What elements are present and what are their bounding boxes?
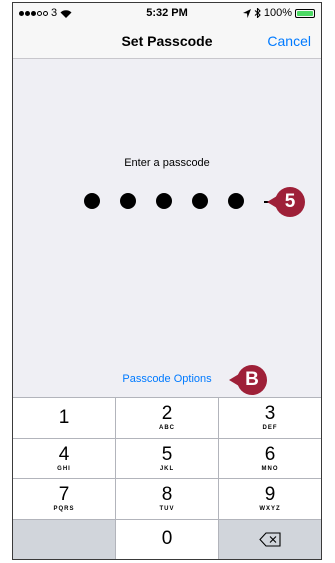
cancel-button[interactable]: Cancel — [267, 33, 311, 49]
key-9-letters: WXYZ — [259, 506, 281, 513]
numeric-keypad: 1 2 ABC 3 DEF 4 GHI 5 JKL 6 MNO 7 PQRS 8… — [13, 397, 321, 559]
bluetooth-icon — [254, 8, 261, 18]
callout-5-label: 5 — [284, 191, 296, 212]
key-5-number: 5 — [161, 443, 173, 465]
callout-5-arrow — [267, 196, 277, 208]
passcode-options-label[interactable]: Passcode Options — [122, 373, 211, 385]
backspace-icon — [259, 532, 281, 547]
key-9-number: 9 — [264, 484, 276, 506]
key-1-number: 1 — [58, 406, 70, 428]
delete-button[interactable] — [219, 519, 321, 559]
key-5-letters: JKL — [159, 465, 175, 472]
key-8[interactable]: 8 TUV — [116, 479, 218, 519]
key-7[interactable]: 7 PQRS — [13, 479, 115, 519]
key-8-letters: TUV — [159, 506, 175, 513]
key-9[interactable]: 9 WXYZ — [219, 479, 321, 519]
key-7-number: 7 — [58, 484, 70, 506]
key-1[interactable]: 1 — [13, 398, 115, 438]
passcode-dot — [84, 193, 100, 209]
key-4-letters: GHI — [57, 465, 71, 472]
phone-screen: 3 5:32 PM 100% Set Passcode Cancel Enter… — [12, 2, 322, 560]
callout-5: 5 — [275, 187, 305, 217]
navigation-bar: Set Passcode Cancel — [13, 23, 321, 59]
key-6[interactable]: 6 MNO — [219, 438, 321, 478]
status-right: 100% — [242, 7, 315, 19]
key-6-number: 6 — [264, 443, 276, 465]
key-2[interactable]: 2 ABC — [116, 398, 218, 438]
key-0[interactable]: 0 — [116, 519, 218, 559]
key-empty — [13, 519, 115, 559]
key-6-letters: MNO — [261, 465, 279, 472]
passcode-options-link[interactable]: Passcode Options — [13, 373, 321, 385]
passcode-dot — [120, 193, 136, 209]
status-bar: 3 5:32 PM 100% — [13, 3, 321, 23]
key-4-number: 4 — [58, 443, 70, 465]
key-5[interactable]: 5 JKL — [116, 438, 218, 478]
callout-b: B — [237, 365, 267, 395]
callout-b-arrow — [229, 374, 239, 386]
location-icon — [242, 8, 251, 18]
key-3[interactable]: 3 DEF — [219, 398, 321, 438]
key-0-number: 0 — [161, 528, 173, 550]
passcode-dot — [228, 193, 244, 209]
key-3-letters: DEF — [262, 425, 278, 432]
battery-percent: 100% — [263, 7, 292, 19]
passcode-prompt: Enter a passcode — [124, 157, 210, 169]
key-2-number: 2 — [161, 403, 173, 425]
key-7-letters: PQRS — [53, 506, 75, 513]
callout-b-label: B — [245, 369, 259, 390]
battery-icon — [295, 8, 315, 18]
key-2-letters: ABC — [159, 425, 175, 432]
passcode-dot — [156, 193, 172, 209]
key-4[interactable]: 4 GHI — [13, 438, 115, 478]
key-8-number: 8 — [161, 484, 173, 506]
key-3-number: 3 — [264, 403, 276, 425]
passcode-dot — [192, 193, 208, 209]
